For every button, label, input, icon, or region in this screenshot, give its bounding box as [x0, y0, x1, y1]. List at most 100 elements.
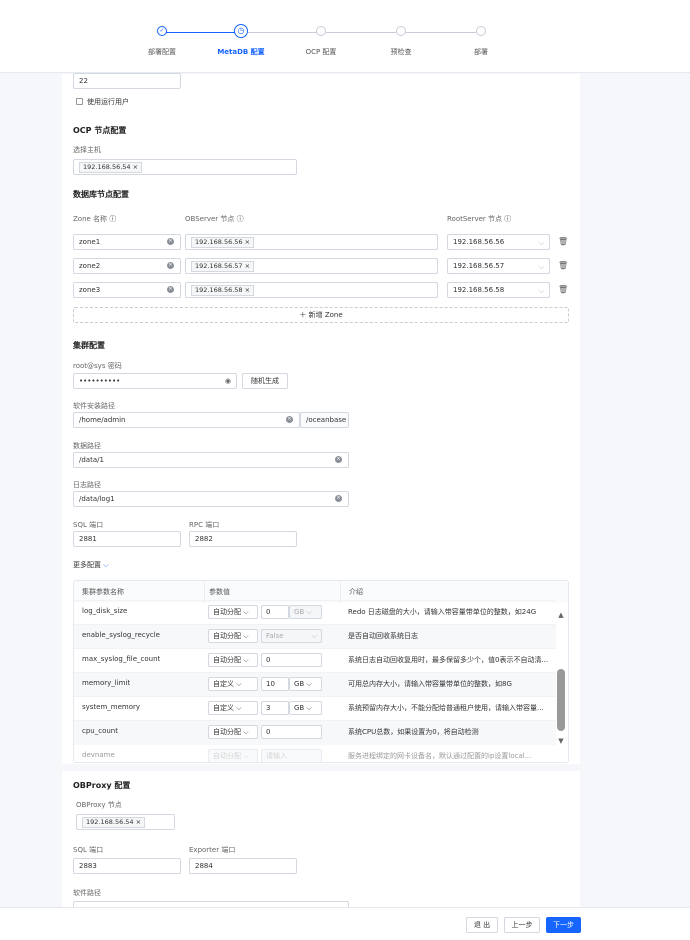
- host-tag[interactable]: 192.168.56.54 ×: [79, 162, 143, 173]
- random-generate-button[interactable]: 随机生成: [242, 373, 288, 389]
- install-path-input[interactable]: /home/admin ×: [73, 412, 300, 428]
- obproxy-sql-port-label: SQL 端口: [73, 846, 104, 854]
- help-icon[interactable]: ⓘ: [109, 215, 116, 223]
- scroll-thumb[interactable]: [557, 669, 565, 731]
- trash-icon[interactable]: 🗑: [558, 285, 568, 294]
- step-connector: [326, 32, 396, 33]
- table-row: devname 自动分配 ⌵ 请输入 服务进程绑定的网卡设备名，默认通过配置的i…: [74, 744, 556, 762]
- use-run-user-checkbox[interactable]: [76, 98, 83, 105]
- param-desc: 系统预留内存大小，不能分配给普通租户使用，请输入带容量...: [348, 704, 544, 712]
- value-input[interactable]: 0: [261, 653, 322, 667]
- root-pwd-label: root@sys 密码: [73, 362, 122, 370]
- check-icon: ✓: [157, 26, 167, 36]
- param-name: max_syslog_file_count: [82, 655, 161, 663]
- exporter-port-input[interactable]: 2884: [189, 858, 297, 874]
- mode-select[interactable]: 自动分配 ⌵: [208, 725, 258, 739]
- value-select[interactable]: False ⌵: [261, 629, 322, 643]
- install-path-label: 软件安装路径: [73, 402, 115, 410]
- clear-icon[interactable]: ×: [167, 286, 174, 293]
- zone-name-input[interactable]: zone1 ×: [73, 234, 181, 250]
- chevron-down-icon: ⌵: [538, 263, 544, 271]
- host-tag[interactable]: 192.168.56.57 ×: [191, 261, 255, 272]
- clock-icon: ◷: [234, 24, 248, 38]
- trash-icon[interactable]: 🗑: [558, 261, 568, 270]
- root-password-input[interactable]: •••••••••• ◉: [73, 373, 237, 389]
- exit-button[interactable]: 退 出: [466, 917, 498, 933]
- obproxy-sql-port-input[interactable]: 2883: [73, 858, 181, 874]
- rootserver-select[interactable]: 192.168.56.57 ⌵: [447, 258, 550, 274]
- help-icon[interactable]: ⓘ: [504, 215, 511, 223]
- mode-select[interactable]: 自动分配 ⌵: [208, 749, 258, 762]
- host-tag[interactable]: 192.168.56.56 ×: [191, 237, 255, 248]
- exporter-port-label: Exporter 端口: [189, 846, 236, 854]
- zone-name-input[interactable]: zone2 ×: [73, 258, 181, 274]
- next-step-button[interactable]: 下一步: [546, 917, 581, 933]
- param-name: log_disk_size: [82, 607, 128, 615]
- eye-icon[interactable]: ◉: [225, 374, 231, 388]
- step-connector: [248, 32, 317, 33]
- clear-icon[interactable]: ×: [335, 456, 342, 463]
- step-dot: [476, 26, 486, 36]
- clear-icon[interactable]: ×: [286, 416, 293, 423]
- zone-name-input[interactable]: zone3 ×: [73, 282, 181, 298]
- mode-select[interactable]: 自动分配 ⌵: [208, 605, 258, 619]
- add-zone-button[interactable]: ＋ 新增 Zone: [73, 307, 569, 323]
- clear-icon[interactable]: ×: [335, 495, 342, 502]
- clear-icon[interactable]: ×: [167, 262, 174, 269]
- unit-select[interactable]: GB ⌵: [289, 605, 322, 619]
- rootserver-select[interactable]: 192.168.56.56 ⌵: [447, 234, 550, 250]
- value-input[interactable]: 10: [261, 677, 289, 691]
- table-scrollbar[interactable]: ▲ ▼: [556, 609, 566, 757]
- scroll-up-icon[interactable]: ▲: [556, 611, 566, 619]
- host-tag[interactable]: 192.168.56.54 ×: [82, 817, 146, 828]
- unit-select[interactable]: GB ⌵: [289, 677, 322, 691]
- trash-icon[interactable]: 🗑: [558, 237, 568, 246]
- table-row: cpu_count 自动分配 ⌵ 0 系统CPU总数，如果设置为0，将自动检测: [74, 720, 556, 744]
- value-input[interactable]: 0: [261, 725, 322, 739]
- obproxy-node-select[interactable]: 192.168.56.54 ×: [76, 814, 175, 830]
- param-name: devname: [82, 751, 115, 759]
- step-dot: [316, 26, 326, 36]
- value-input[interactable]: 请输入: [261, 749, 322, 762]
- param-desc: 系统CPU总数，如果设置为0，将自动检测: [348, 728, 479, 736]
- mode-select[interactable]: 自动分配 ⌵: [208, 653, 258, 667]
- log-path-input[interactable]: /data/log1 ×: [73, 491, 349, 507]
- step-connector: [166, 32, 236, 33]
- clear-icon[interactable]: ×: [167, 238, 174, 245]
- mode-select[interactable]: 自动分配 ⌵: [208, 629, 258, 643]
- ocp-host-select[interactable]: 192.168.56.54 ×: [73, 159, 297, 175]
- param-desc: 系统日志自动回收复用时，最多保留多少个，值0表示不自动清...: [348, 656, 549, 664]
- data-path-input[interactable]: /data/1 ×: [73, 452, 349, 468]
- step-label: 部署: [474, 48, 488, 56]
- observer-select[interactable]: 192.168.56.58 ×: [185, 282, 438, 298]
- plus-icon: ＋: [299, 311, 307, 319]
- chevron-down-icon: ⌵: [103, 561, 109, 569]
- value-input[interactable]: 3: [261, 701, 289, 715]
- step-label: 部署配置: [148, 48, 176, 56]
- unit-select[interactable]: GB ⌵: [289, 701, 322, 715]
- step-label: MetaDB 配置: [217, 48, 265, 56]
- rootserver-select[interactable]: 192.168.56.58 ⌵: [447, 282, 550, 298]
- db-node-title: 数据库节点配置: [73, 190, 129, 199]
- ssh-port-input[interactable]: 22: [73, 73, 181, 89]
- use-run-user-label: 使用运行用户: [87, 98, 129, 106]
- scroll-down-icon[interactable]: ▼: [556, 737, 566, 745]
- obproxy-node-label: OBProxy 节点: [76, 801, 122, 809]
- param-name: enable_syslog_recycle: [82, 631, 160, 639]
- help-icon[interactable]: ⓘ: [237, 215, 244, 223]
- rpc-port-input[interactable]: 2882: [189, 531, 297, 547]
- sql-port-label: SQL 端口: [73, 521, 104, 529]
- chevron-down-icon: ⌵: [538, 287, 544, 295]
- obproxy-card: [62, 771, 580, 911]
- value-input[interactable]: 0: [261, 605, 289, 619]
- observer-select[interactable]: 192.168.56.57 ×: [185, 258, 438, 274]
- observer-select[interactable]: 192.168.56.56 ×: [185, 234, 438, 250]
- param-name: cpu_count: [82, 727, 118, 735]
- prev-step-button[interactable]: 上一步: [504, 917, 540, 933]
- mode-select[interactable]: 自定义 ⌵: [208, 701, 258, 715]
- step-connector: [405, 32, 476, 33]
- mode-select[interactable]: 自定义 ⌵: [208, 677, 258, 691]
- host-tag[interactable]: 192.168.56.58 ×: [191, 285, 255, 296]
- more-config-toggle[interactable]: 更多配置 ⌵: [73, 560, 109, 570]
- sql-port-input[interactable]: 2881: [73, 531, 181, 547]
